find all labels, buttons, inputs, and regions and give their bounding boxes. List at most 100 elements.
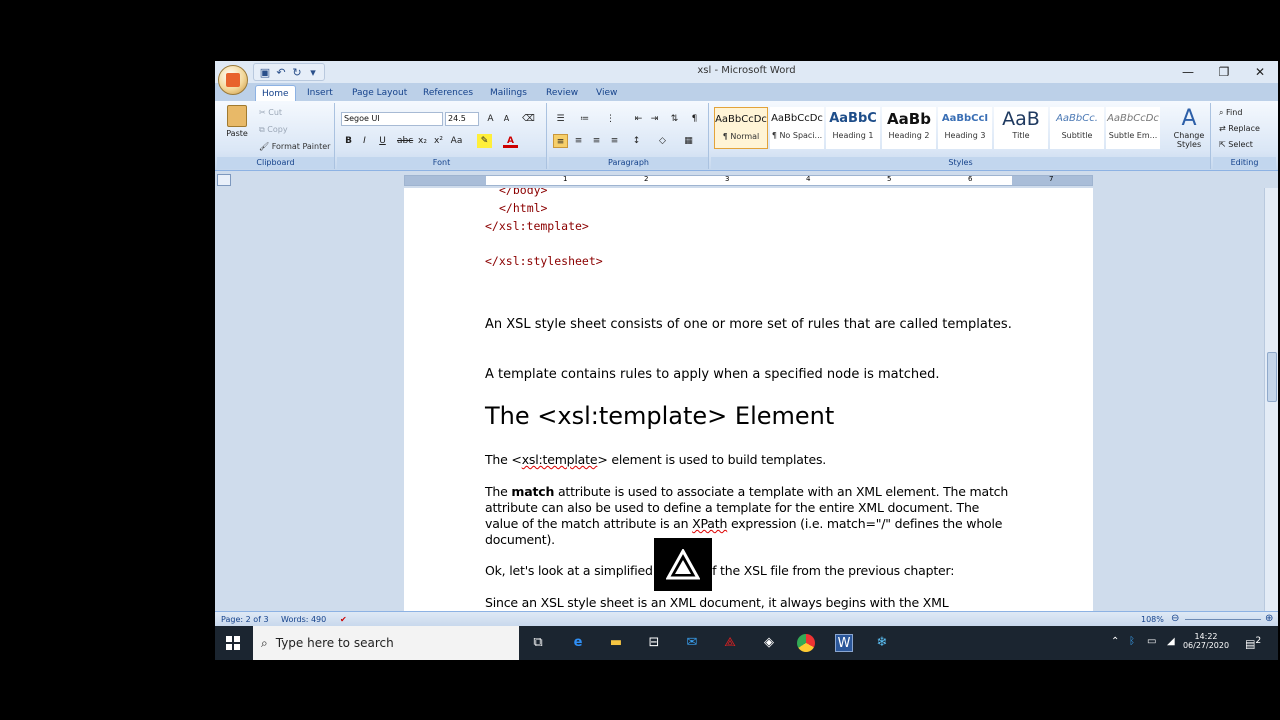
document-page[interactable]: </body> </html> </xsl:template> </xsl:st… [404,188,1093,611]
cut-button[interactable]: ✂ Cut [259,108,282,117]
battery-icon[interactable]: ▭ [1147,636,1156,647]
bullets-icon[interactable]: ☰ [553,112,568,126]
show-marks-icon[interactable]: ¶ [687,112,702,126]
font-color-icon[interactable]: A [503,134,518,148]
tab-home[interactable]: Home [255,85,296,101]
select-label: Select [1228,140,1253,149]
proofing-icon[interactable]: ✔ [340,615,347,624]
shading-icon[interactable]: ◇ [655,134,670,148]
zoom-out-icon[interactable]: ⊖ [1171,613,1179,624]
style-subtle-emphasis[interactable]: AaBbCcDc Subtle Em... [1106,107,1160,149]
change-case-icon[interactable]: Aa [449,134,464,148]
notifications-icon[interactable]: ▤2 [1245,635,1261,651]
windows-icon [226,636,240,650]
shrink-font-icon[interactable]: A [499,112,514,126]
grow-font-icon[interactable]: A [483,112,498,126]
office-button[interactable] [218,65,248,95]
font-size-select[interactable]: 24.5 [445,112,479,126]
bold-text: match [511,484,555,499]
tab-selector[interactable] [217,174,231,186]
superscript-icon[interactable]: x² [431,134,446,148]
style-no-spacing[interactable]: AaBbCcDc ¶ No Spaci... [770,107,824,149]
restore-button[interactable]: ❐ [1206,61,1242,83]
zoom-in-icon[interactable]: ⊕ [1265,613,1273,624]
clipboard-group: Paste ✂ Cut ⧉ Copy 🖌 Format Painter Clip… [217,103,335,169]
zoom-slider[interactable] [1185,619,1261,620]
acrobat-icon[interactable]: ⟁ [721,634,739,652]
bold-icon[interactable]: B [341,134,356,148]
bluetooth-icon[interactable]: ᛒ [1129,636,1135,647]
tab-mailings[interactable]: Mailings [484,85,533,101]
decrease-indent-icon[interactable]: ⇤ [631,112,646,126]
word-window: ▣ ↶ ↻ ▾ xsl - Microsoft Word — ❐ ✕ Home … [215,61,1278,659]
zoom-level[interactable]: 108% [1141,615,1164,624]
justify-icon[interactable]: ≡ [607,134,622,148]
ruler-tick: 1 [563,175,568,183]
format-painter-label: Format Painter [271,142,331,151]
style-heading-2[interactable]: AaBb Heading 2 [882,107,936,149]
word-count[interactable]: Words: 490 [281,615,326,624]
paste-button[interactable]: Paste [223,105,251,138]
font-label: Font [337,157,546,169]
increase-indent-icon[interactable]: ⇥ [647,112,662,126]
font-name-select[interactable]: Segoe UI [341,112,443,126]
tab-page-layout[interactable]: Page Layout [346,85,413,101]
italic-icon[interactable]: I [357,134,372,148]
horizontal-ruler[interactable]: 1 2 3 4 5 6 7 [404,175,1093,186]
tray-chevron-icon[interactable]: ⌃ [1111,636,1119,647]
page-count[interactable]: Page: 2 of 3 [221,615,269,624]
line-spacing-icon[interactable]: ↕ [629,134,644,148]
chrome-icon[interactable] [797,634,815,652]
style-heading-1[interactable]: AaBbC Heading 1 [826,107,880,149]
align-center-icon[interactable]: ≡ [571,134,586,148]
underline-icon[interactable]: U [375,134,390,148]
find-button[interactable]: ⌕ Find [1219,108,1242,118]
tab-review[interactable]: Review [540,85,584,101]
change-styles-button[interactable]: A Change Styles [1171,107,1207,150]
taskbar: ⌕ Type here to search ⧉ e ▬ ⊟ ✉ ⟁ ◈ W ❄ … [215,626,1278,660]
taskbar-search[interactable]: ⌕ Type here to search [253,626,519,660]
scrollbar-thumb[interactable] [1267,352,1277,402]
horizontal-ruler-bar: 1 2 3 4 5 6 7 [215,172,1278,188]
paste-label: Paste [226,129,248,138]
tab-view[interactable]: View [590,85,623,101]
store-icon[interactable]: ⊟ [645,634,663,652]
select-button[interactable]: ⇱ Select [1219,140,1253,149]
edge-icon[interactable]: e [569,634,587,652]
start-button[interactable] [215,626,251,660]
replace-button[interactable]: ⇄ Replace [1219,124,1260,133]
wifi-icon[interactable]: ◢ [1167,636,1175,647]
highlight-icon[interactable]: ✎ [477,134,492,148]
subscript-icon[interactable]: x₂ [415,134,430,148]
text-run: The < [485,452,522,467]
tab-insert[interactable]: Insert [301,85,339,101]
ruler-tick: 4 [806,175,811,183]
unity-icon[interactable]: ◈ [760,634,778,652]
sort-icon[interactable]: ⇅ [667,112,682,126]
multilevel-list-icon[interactable]: ⋮ [603,112,618,126]
mail-icon[interactable]: ✉ [683,634,701,652]
tab-references[interactable]: References [417,85,479,101]
file-explorer-icon[interactable]: ▬ [607,634,625,652]
clear-format-icon[interactable]: ⌫ [521,112,536,126]
clock[interactable]: 14:22 06/27/2020 [1181,632,1231,650]
minimize-button[interactable]: — [1170,61,1206,83]
snowflake-app-icon[interactable]: ❄ [873,634,891,652]
close-button[interactable]: ✕ [1242,61,1278,83]
find-label: Find [1226,108,1243,117]
vertical-scrollbar[interactable] [1264,188,1278,611]
task-view-icon[interactable]: ⧉ [529,634,547,652]
numbering-icon[interactable]: ≔ [577,112,592,126]
style-title[interactable]: AaB Title [994,107,1048,149]
word-app-icon[interactable]: W [835,634,853,652]
style-normal[interactable]: AaBbCcDc ¶ Normal [714,107,768,149]
format-painter-button[interactable]: 🖌 Format Painter [259,142,330,151]
style-heading-3[interactable]: AaBbCcI Heading 3 [938,107,992,149]
copy-button[interactable]: ⧉ Copy [259,125,288,135]
borders-icon[interactable]: ▦ [681,134,696,148]
style-subtitle[interactable]: AaBbCc. Subtitle [1050,107,1104,149]
align-left-icon[interactable]: ≡ [553,134,568,148]
align-right-icon[interactable]: ≡ [589,134,604,148]
strikethrough-icon[interactable]: abc [397,134,413,148]
office-logo-icon [226,73,240,87]
